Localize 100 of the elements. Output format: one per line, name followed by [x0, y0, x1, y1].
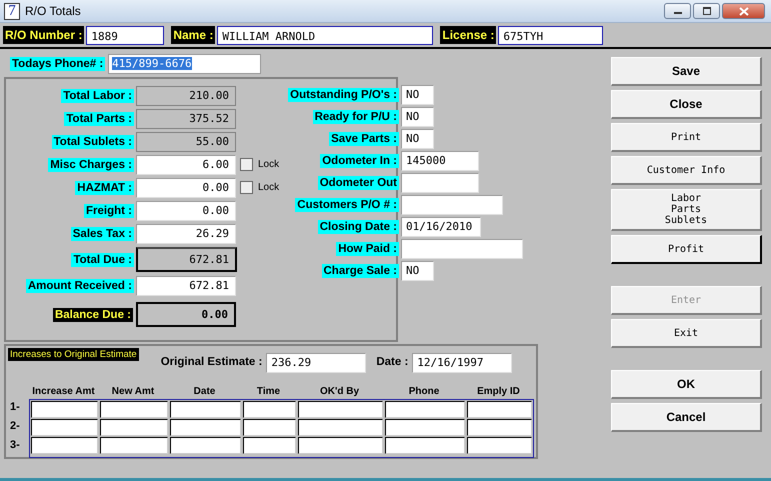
field-label: Name :	[171, 26, 216, 44]
table-cell[interactable]	[100, 419, 168, 436]
field-label: Date :	[375, 355, 410, 369]
field-label: Freight :	[84, 204, 134, 218]
field-label: Original Estimate :	[160, 355, 264, 369]
action-button[interactable]: Exit	[611, 319, 762, 348]
field-label: Misc Charges :	[48, 158, 134, 172]
table-cell[interactable]	[170, 437, 241, 454]
field-label: Total Sublets :	[52, 134, 134, 148]
column-header: New Amt	[110, 386, 156, 397]
action-button[interactable]: OK	[611, 370, 762, 399]
maximize-icon	[702, 7, 712, 15]
table-cell[interactable]	[298, 437, 383, 454]
amount-field: 375.52	[136, 108, 236, 128]
action-button[interactable]: Close	[611, 90, 762, 119]
table-cell[interactable]	[170, 401, 241, 418]
text-field[interactable]	[401, 195, 503, 215]
field-label: Odometer Out	[318, 176, 399, 190]
close-button[interactable]	[722, 3, 765, 19]
action-button[interactable]: Labor Parts Sublets	[611, 189, 762, 231]
amount-field[interactable]: 0.00	[136, 200, 236, 220]
action-button[interactable]: Cancel	[611, 403, 762, 432]
table-cell[interactable]	[31, 419, 98, 436]
table-cell[interactable]	[243, 437, 296, 454]
field-label: Ready for P/U :	[312, 110, 399, 124]
amount-field: 55.00	[136, 132, 236, 152]
close-icon	[738, 6, 748, 16]
amount-field[interactable]: 26.29	[136, 224, 236, 244]
amount-field[interactable]: 6.00	[136, 154, 236, 174]
row-number: 2-	[9, 420, 21, 434]
text-field[interactable]: NO	[401, 107, 434, 127]
field-label: Customers P/O # :	[295, 198, 399, 212]
table-cell[interactable]	[31, 401, 98, 418]
lock-checkbox[interactable]	[240, 181, 253, 194]
table-cell[interactable]	[385, 419, 465, 436]
text-field[interactable]: 1889	[86, 26, 164, 44]
table-cell[interactable]	[467, 401, 532, 418]
amount-field: 0.00	[136, 302, 236, 327]
table-cell[interactable]	[243, 419, 296, 436]
field-label: R/O Number :	[3, 26, 84, 44]
text-field[interactable]: 145000	[401, 151, 479, 171]
table-cell[interactable]	[298, 419, 383, 436]
amount-field: 672.81	[136, 247, 237, 272]
table-cell[interactable]	[170, 419, 241, 436]
table-cell[interactable]	[467, 419, 532, 436]
table-cell[interactable]	[385, 437, 465, 454]
text-field[interactable]: NO	[401, 261, 434, 281]
field-label: Odometer In :	[320, 154, 399, 168]
field-label: License :	[440, 26, 496, 44]
field-label: Total Labor :	[61, 88, 134, 102]
field-label: Total Parts :	[64, 112, 134, 126]
field-label: Outstanding P/O's :	[288, 88, 399, 102]
field-label: Amount Received :	[26, 278, 134, 292]
phone-field[interactable]: 415/899-6676	[108, 54, 262, 74]
action-button[interactable]: Save	[611, 57, 762, 86]
field-label: How Paid :	[336, 242, 399, 256]
column-header: Emply ID	[476, 386, 521, 397]
amount-field: 210.00	[136, 86, 236, 106]
lock-checkbox[interactable]	[240, 158, 253, 171]
field-label: Balance Due :	[52, 308, 133, 322]
column-header: Date	[192, 386, 216, 397]
field-label: Sales Tax :	[70, 226, 134, 240]
field-label: Save Parts :	[329, 132, 399, 146]
maximize-button[interactable]	[693, 3, 720, 19]
column-header: OK'd By	[318, 386, 360, 397]
row-number: 1-	[9, 401, 21, 415]
action-button[interactable]: Profit	[611, 235, 762, 264]
column-header: Time	[256, 386, 282, 397]
field-label: Todays Phone# :	[10, 56, 106, 70]
app-icon: 7	[4, 2, 20, 20]
table-cell[interactable]	[31, 437, 98, 454]
text-field[interactable]	[401, 173, 479, 193]
table-cell[interactable]	[243, 401, 296, 418]
text-field[interactable]: 236.29	[266, 353, 366, 373]
table-cell[interactable]	[467, 437, 532, 454]
table-cell[interactable]	[298, 401, 383, 418]
text-field[interactable]: 12/16/1997	[412, 353, 512, 373]
column-header: Phone	[408, 386, 440, 397]
minimize-button[interactable]	[664, 3, 691, 19]
amount-field[interactable]: 672.81	[136, 276, 236, 296]
amount-field[interactable]: 0.00	[136, 178, 236, 198]
field-label: Charge Sale :	[322, 264, 399, 278]
section-title: Increases to Original Estimate	[8, 348, 139, 361]
window-title: R/O Totals	[25, 4, 81, 18]
action-button[interactable]: Print	[611, 123, 762, 152]
text-field[interactable]: WILLIAM ARNOLD	[217, 26, 434, 44]
text-field[interactable]: NO	[401, 129, 434, 149]
text-field[interactable]: 675TYH	[498, 26, 604, 44]
table-cell[interactable]	[385, 401, 465, 418]
table-cell[interactable]	[100, 437, 168, 454]
field-label: Total Due :	[71, 252, 134, 266]
text-field[interactable]: 01/16/2010	[401, 217, 481, 237]
field-label: Closing Date :	[318, 220, 399, 234]
table-cell[interactable]	[100, 401, 168, 418]
text-field[interactable]: NO	[401, 85, 434, 105]
action-button[interactable]: Customer Info	[611, 156, 762, 185]
text-field[interactable]	[401, 239, 523, 259]
field-label: HAZMAT :	[75, 180, 134, 194]
row-number: 3-	[9, 439, 21, 453]
column-header: Increase Amt	[31, 386, 96, 397]
